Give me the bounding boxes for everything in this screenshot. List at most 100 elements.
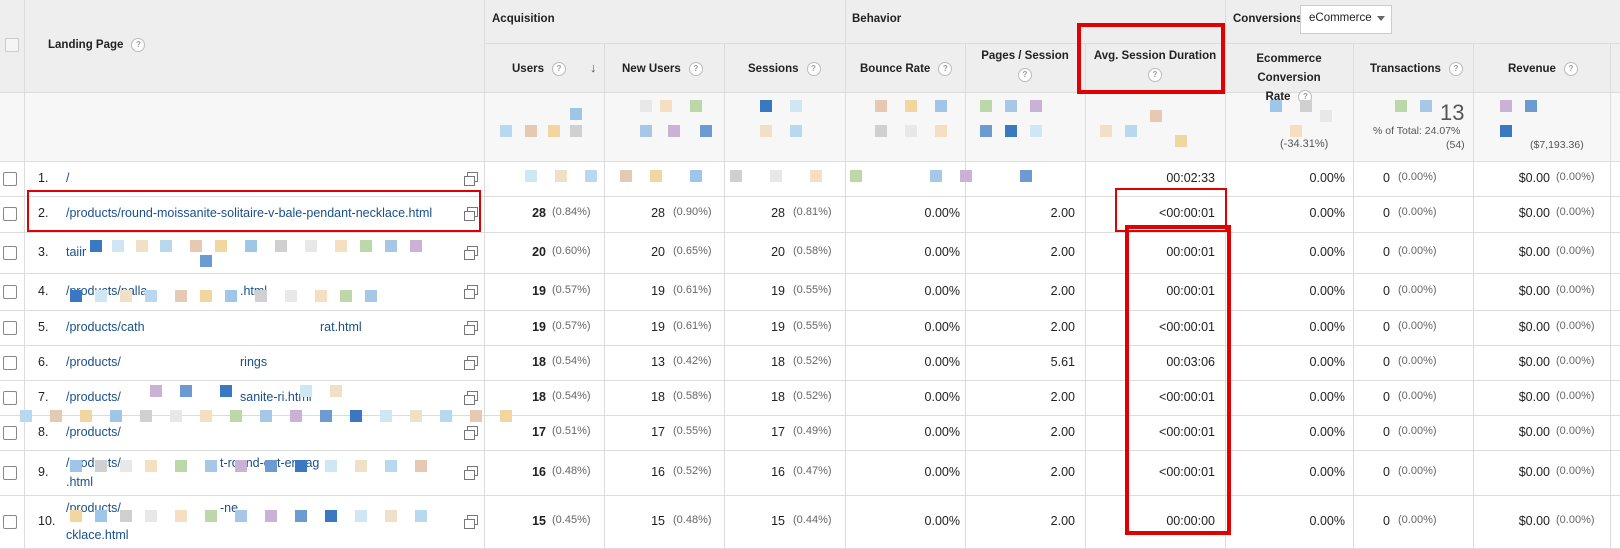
conversions-dropdown[interactable]: eCommerce: [1300, 5, 1392, 34]
sessions-pct: (0.44%): [793, 513, 832, 526]
row-checkbox[interactable]: [3, 320, 17, 335]
pages-session-value: 2.00: [1050, 319, 1075, 334]
redaction-block: [415, 460, 427, 472]
transactions-header[interactable]: Transactions?: [1370, 62, 1463, 76]
users-pct: (0.60%): [552, 244, 591, 257]
row-checkbox[interactable]: [3, 465, 17, 480]
new-users-pct: (0.61%): [673, 283, 712, 296]
help-icon[interactable]: ?: [1563, 62, 1578, 76]
redaction-block: [760, 100, 772, 112]
help-icon[interactable]: ?: [806, 62, 821, 76]
help-icon[interactable]: ?: [1448, 62, 1463, 76]
revenue-value: $0.00: [1518, 206, 1550, 220]
sessions-header[interactable]: Sessions?: [748, 62, 821, 76]
redaction-block: [190, 240, 202, 252]
totals-transactions-pct: % of Total: 24.07%: [1373, 125, 1461, 137]
landing-page-link[interactable]: taiir: [66, 245, 86, 259]
totals-transactions-value: 13: [1440, 100, 1465, 125]
highlight-duration-column: [1125, 225, 1231, 535]
new-users-pct: (0.65%): [673, 244, 712, 257]
pages-session-header[interactable]: Pages / Session ?: [965, 50, 1085, 82]
open-external-icon[interactable]: [464, 390, 478, 405]
open-external-icon[interactable]: [464, 355, 478, 370]
redaction-block: [215, 240, 227, 252]
users-pct: (0.54%): [552, 389, 591, 402]
landing-page-link[interactable]: /: [66, 171, 69, 185]
row-checkbox[interactable]: [3, 355, 17, 370]
row-number: 4.: [38, 283, 49, 298]
open-external-icon[interactable]: [464, 465, 478, 480]
help-icon[interactable]: ?: [1018, 68, 1032, 82]
ecommerce-rate-value: 0.00%: [1309, 513, 1345, 528]
redaction-block: [585, 170, 597, 182]
help-icon[interactable]: ?: [551, 62, 566, 76]
redaction-block: [380, 410, 392, 422]
redaction-block: [170, 410, 182, 422]
landing-page-link-part[interactable]: .html: [66, 475, 93, 489]
help-icon[interactable]: ?: [688, 62, 703, 76]
open-external-icon[interactable]: [464, 284, 478, 299]
landing-page-link-part[interactable]: rings: [240, 355, 267, 369]
bounce-rate-header[interactable]: Bounce Rate?: [860, 62, 953, 76]
sessions-value: 16: [771, 464, 785, 479]
conversions-group-header: Conversions: [1233, 13, 1303, 25]
open-external-icon[interactable]: [464, 514, 478, 529]
row-checkbox[interactable]: [3, 207, 17, 221]
transactions-header-label: Transactions: [1370, 63, 1441, 76]
totals-revenue-sub: ($7,193.36): [1530, 139, 1584, 151]
redaction-block: [120, 510, 132, 522]
new-users-pct: (0.55%): [673, 424, 712, 437]
redaction-block: [640, 125, 652, 137]
bounce-rate-value: 0.00%: [924, 319, 960, 334]
redaction-block: [415, 510, 427, 522]
row-checkbox[interactable]: [3, 514, 17, 529]
highlight-avg-duration-header: [1077, 23, 1225, 94]
landing-page-link[interactable]: /products/: [66, 355, 121, 369]
users-header[interactable]: Users?: [512, 62, 566, 76]
redaction-block: [70, 510, 82, 522]
redaction-block: [525, 170, 537, 182]
redaction-block: [620, 170, 632, 182]
row-checkbox[interactable]: [3, 390, 17, 405]
users-pct: (0.84%): [552, 206, 591, 218]
redaction-block: [960, 170, 972, 182]
row-checkbox[interactable]: [3, 425, 17, 440]
row-checkbox[interactable]: [3, 245, 17, 260]
open-external-icon[interactable]: [464, 171, 478, 186]
users-value: 16: [532, 464, 546, 479]
revenue-header[interactable]: Revenue?: [1508, 62, 1578, 76]
redaction-block: [365, 290, 377, 302]
row-number: 1.: [38, 170, 49, 185]
redaction-block: [95, 510, 107, 522]
row-number: 6.: [38, 354, 49, 369]
landing-page-link[interactable]: /products/cath: [66, 320, 145, 334]
sort-down-arrow-icon[interactable]: ↓: [590, 60, 597, 75]
pages-session-value: 2.00: [1050, 513, 1075, 528]
pages-session-value: 2.00: [1050, 464, 1075, 479]
row-checkbox[interactable]: [3, 171, 17, 186]
revenue-pct: (0.00%): [1556, 283, 1595, 296]
open-external-icon[interactable]: [464, 425, 478, 440]
open-external-icon[interactable]: [464, 320, 478, 335]
ecommerce-conversion-rate-header[interactable]: Ecommerce Conversion Rate?: [1225, 50, 1353, 107]
redaction-block: [790, 125, 802, 137]
redaction-block: [300, 385, 312, 397]
landing-page-link-part[interactable]: rat.html: [320, 320, 362, 334]
landing-page-link-part[interactable]: cklace.html: [66, 528, 129, 542]
help-icon[interactable]: ?: [131, 38, 146, 52]
select-all-checkbox[interactable]: [5, 38, 19, 52]
row-checkbox[interactable]: [3, 284, 17, 299]
landing-page-link[interactable]: /products/: [66, 425, 121, 439]
redaction-block: [500, 410, 512, 422]
pages-session-value: 2.00: [1050, 206, 1075, 220]
redaction-block: [320, 410, 332, 422]
help-icon[interactable]: ?: [938, 62, 953, 76]
users-pct: (0.45%): [552, 513, 591, 526]
redaction-block: [500, 125, 512, 137]
transactions-value: 0: [1383, 424, 1390, 439]
open-external-icon[interactable]: [464, 245, 478, 260]
landing-page-header[interactable]: Landing Page?: [48, 38, 146, 52]
new-users-value: 13: [651, 354, 665, 369]
landing-page-link[interactable]: /products/: [66, 390, 121, 404]
new-users-header[interactable]: New Users?: [622, 62, 703, 76]
